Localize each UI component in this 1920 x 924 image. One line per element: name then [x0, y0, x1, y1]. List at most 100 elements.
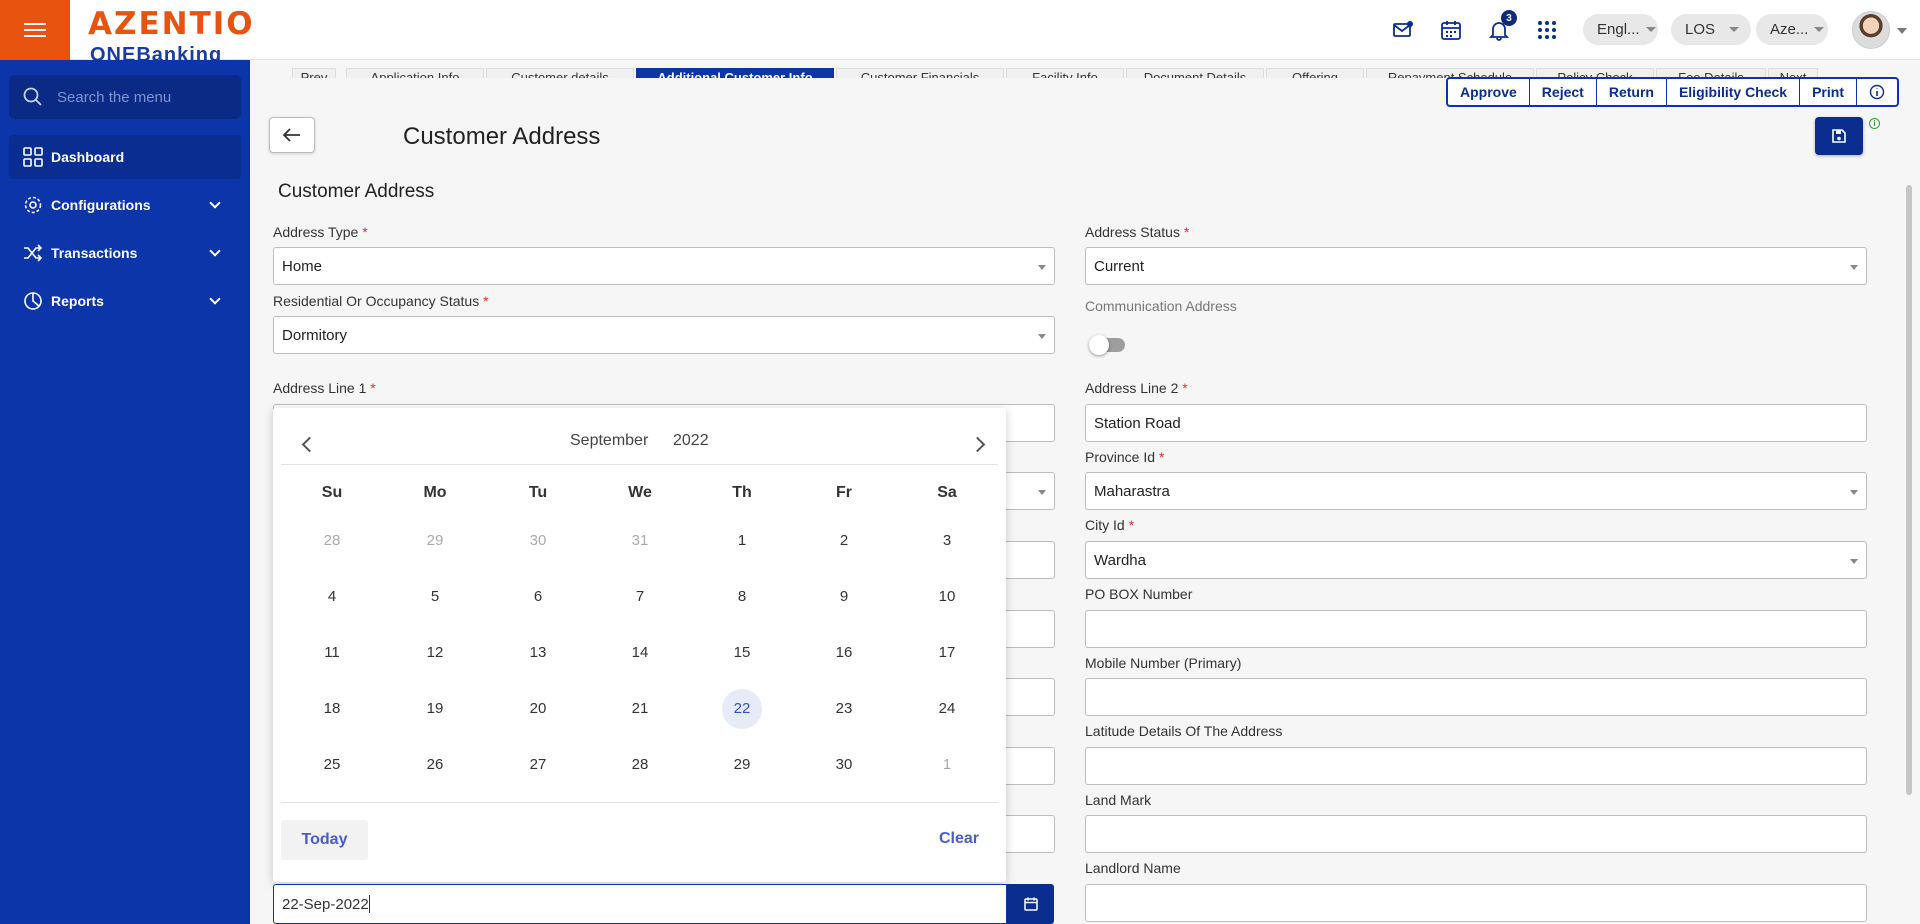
chevron-down-icon [209, 293, 221, 305]
sidebar-item-label: Transactions [51, 245, 138, 261]
tab-facility-info[interactable]: Facility Info [1006, 68, 1124, 78]
calendar-day[interactable]: 6 [518, 577, 558, 617]
calendar-day[interactable]: 13 [518, 633, 558, 673]
top-bar: AZENTIO ONEBanking 3 Engl... LOS Aze... [0, 0, 1920, 60]
calendar-day[interactable]: 3 [927, 521, 967, 561]
tab-additional-customer-info[interactable]: Additional Customer Info [636, 68, 834, 78]
tab-customer-financials[interactable]: Customer Financials [836, 68, 1004, 78]
calendar-day[interactable]: 24 [927, 689, 967, 729]
calendar-day[interactable]: 7 [620, 577, 660, 617]
calendar-day[interactable]: 11 [312, 633, 352, 673]
vertical-scrollbar[interactable] [1906, 185, 1912, 795]
address-type-select[interactable]: Home [273, 247, 1055, 285]
next-month-button[interactable] [965, 430, 993, 458]
apps-grid-icon[interactable] [1535, 18, 1559, 42]
calendar-day[interactable]: 10 [927, 577, 967, 617]
calendar-day[interactable]: 9 [824, 577, 864, 617]
latitude-input[interactable] [1085, 747, 1867, 785]
date-picker-toggle-button[interactable] [1007, 884, 1054, 924]
calendar-day[interactable]: 4 [312, 577, 352, 617]
city-id-select[interactable]: Wardha [1085, 541, 1867, 579]
calendar-day[interactable]: 1 [722, 521, 762, 561]
communication-address-toggle[interactable] [1089, 335, 1125, 355]
mail-icon[interactable] [1391, 18, 1415, 42]
city-id-label: City Id * [1085, 517, 1134, 533]
sidebar-item-transactions[interactable]: Transactions [9, 231, 241, 275]
calendar-day[interactable]: 18 [312, 689, 352, 729]
avatar-chevron-down-icon[interactable] [1897, 28, 1907, 34]
calendar-day[interactable]: 12 [415, 633, 455, 673]
search-icon [23, 87, 42, 106]
calendar-day[interactable]: 8 [722, 577, 762, 617]
approve-button[interactable]: Approve [1448, 79, 1530, 105]
year-label[interactable]: 2022 [673, 432, 709, 450]
sidebar-item-reports[interactable]: Reports [9, 279, 241, 323]
info-button[interactable] [1857, 79, 1897, 105]
month-label[interactable]: September [570, 432, 648, 450]
reject-button[interactable]: Reject [1530, 79, 1597, 105]
sidebar-item-dashboard[interactable]: Dashboard [9, 135, 241, 179]
label-text: Residential Or Occupancy Status [273, 293, 480, 309]
calendar-day[interactable]: 27 [518, 745, 558, 785]
calendar-day[interactable]: 2 [824, 521, 864, 561]
tab-customer-details[interactable]: Customer details [486, 68, 634, 78]
gear-icon [24, 196, 42, 214]
text-cursor [368, 895, 370, 913]
calendar-day[interactable]: 26 [415, 745, 455, 785]
calendar-day[interactable]: 20 [518, 689, 558, 729]
province-id-select[interactable]: Maharastra [1085, 472, 1867, 510]
calendar-day[interactable]: 25 [312, 745, 352, 785]
calendar-day[interactable]: 29 [415, 521, 455, 561]
address-line-2-input[interactable]: Station Road [1085, 404, 1867, 442]
mobile-primary-input[interactable] [1085, 678, 1867, 716]
label-text: Address Status [1085, 224, 1180, 240]
residential-status-select[interactable]: Dormitory [273, 316, 1055, 354]
page-title: Customer Address [403, 123, 601, 150]
date-input[interactable]: 22-Sep-2022 [273, 884, 1007, 924]
search-input[interactable] [57, 88, 227, 106]
calendar-day[interactable]: 17 [927, 633, 967, 673]
tab-offering[interactable]: Offering [1266, 68, 1364, 78]
divider [281, 464, 998, 465]
calendar-day[interactable]: 28 [620, 745, 660, 785]
tab-prev[interactable]: Prev [292, 68, 336, 78]
today-button[interactable]: Today [281, 820, 368, 860]
calendar-day[interactable]: 15 [722, 633, 762, 673]
notification-bell-icon[interactable]: 3 [1487, 10, 1517, 42]
clear-button[interactable]: Clear [939, 830, 979, 848]
address-status-select[interactable]: Current [1085, 247, 1867, 285]
module-select[interactable]: LOS [1671, 14, 1751, 45]
calendar-day[interactable]: 30 [824, 745, 864, 785]
previous-month-button[interactable] [293, 430, 321, 458]
return-button[interactable]: Return [1597, 79, 1667, 105]
eligibility-check-button[interactable]: Eligibility Check [1667, 79, 1801, 105]
tab-application-info[interactable]: Application Info [346, 68, 484, 78]
language-select[interactable]: Engl... [1583, 14, 1658, 45]
sidebar-item-configurations[interactable]: Configurations [9, 183, 241, 227]
save-button[interactable] [1815, 117, 1863, 155]
calendar-day[interactable]: 19 [415, 689, 455, 729]
entity-select[interactable]: Aze... [1756, 14, 1828, 45]
calendar-day[interactable]: 31 [620, 521, 660, 561]
land-mark-input[interactable] [1085, 815, 1867, 853]
calendar-day[interactable]: 30 [518, 521, 558, 561]
po-box-input[interactable] [1085, 610, 1867, 648]
user-avatar[interactable] [1852, 11, 1890, 49]
calendar-day[interactable]: 23 [824, 689, 864, 729]
back-button[interactable] [269, 117, 315, 153]
tab-document-details[interactable]: Document Details [1126, 68, 1264, 78]
landlord-name-input[interactable] [1085, 884, 1867, 922]
calendar-day[interactable]: 22 [722, 689, 762, 729]
calendar-day[interactable]: 28 [312, 521, 352, 561]
calendar-day[interactable]: 21 [620, 689, 660, 729]
calendar-day[interactable]: 5 [415, 577, 455, 617]
language-value: Engl... [1597, 21, 1640, 38]
menu-search[interactable] [9, 75, 241, 119]
calendar-day[interactable]: 14 [620, 633, 660, 673]
calendar-icon[interactable] [1439, 18, 1463, 42]
menu-toggle-button[interactable] [0, 0, 70, 60]
calendar-day[interactable]: 29 [722, 745, 762, 785]
print-button[interactable]: Print [1800, 79, 1857, 105]
calendar-day[interactable]: 1 [927, 745, 967, 785]
calendar-day[interactable]: 16 [824, 633, 864, 673]
